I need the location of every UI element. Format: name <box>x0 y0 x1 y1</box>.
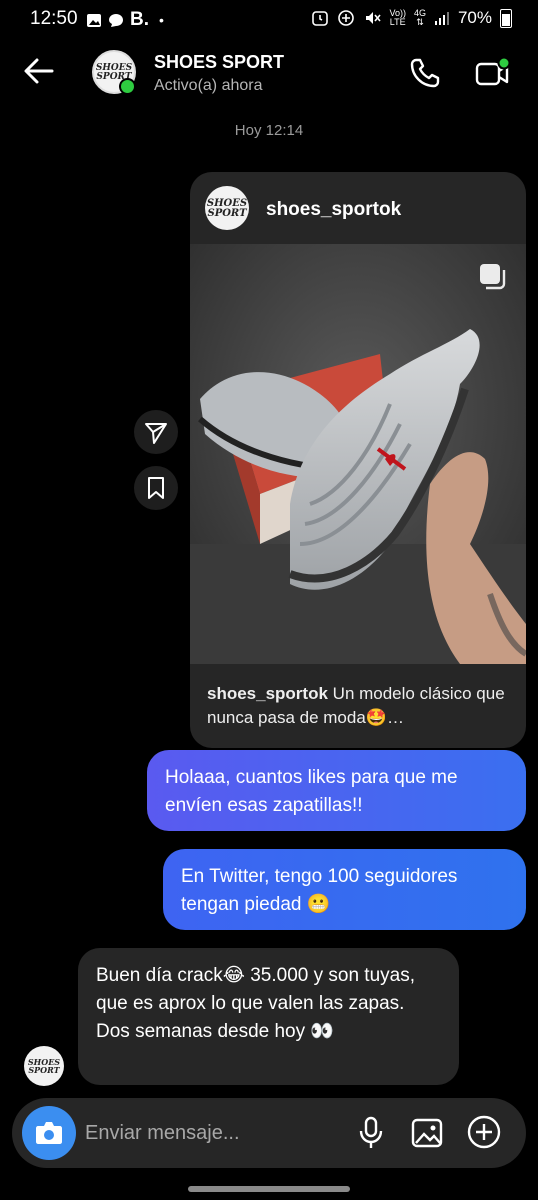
message-text: En Twitter, tengo 100 seguidores tengan … <box>181 866 458 915</box>
post-author-username[interactable]: shoes_sportok <box>266 199 401 221</box>
status-right-icons: Vo)) LTE 4G ⇅ 70% <box>311 8 512 28</box>
battery-percentage: 70% <box>457 8 492 27</box>
chat-header: SHOES SPORT SHOES SPORT Activo(a) ahora <box>0 44 538 104</box>
gallery-notification-icon <box>87 13 101 27</box>
message-bubble-incoming[interactable]: Buen día crack😂 35.000 y son tuyas, que … <box>78 948 459 1085</box>
contact-active-status: Activo(a) ahora <box>154 77 263 94</box>
status-time: 12:50 <box>30 8 78 29</box>
status-bar: 12:50 B. • Vo)) LTE 4G ⇅ 70% <box>0 0 538 38</box>
save-post-button[interactable] <box>134 466 178 510</box>
status-left-icons: B. • <box>86 9 164 31</box>
data-saver-icon <box>338 10 355 26</box>
conversation-timestamp: Hoy 12:14 <box>234 122 304 139</box>
network-4g-indicator: 4G ⇅ <box>413 8 426 27</box>
sneaker-photo <box>190 244 526 664</box>
phone-icon[interactable] <box>408 56 442 90</box>
notification-dot: • <box>159 12 164 28</box>
send-icon <box>145 423 167 444</box>
back-arrow-icon[interactable] <box>22 54 56 88</box>
alarm-icon <box>312 11 329 26</box>
signal-icon <box>434 12 449 25</box>
message-bubble-outgoing[interactable]: Holaaa, cuantos likes para que me envíen… <box>147 750 526 831</box>
shared-post-card[interactable]: SHOES SPORT shoes_sportok shoes_sportok … <box>190 172 526 748</box>
online-status-dot <box>119 78 136 95</box>
battery-icon <box>500 8 512 28</box>
message-text: Holaaa, cuantos likes para que me envíen… <box>165 767 458 816</box>
microphone-icon[interactable] <box>356 1116 386 1150</box>
post-avatar-logo: SHOES SPORT <box>206 198 248 219</box>
chat-notification-icon <box>109 13 123 27</box>
contact-name[interactable]: SHOES SPORT <box>154 52 284 73</box>
image-icon[interactable] <box>410 1116 444 1150</box>
message-composer: Enviar mensaje... <box>12 1098 526 1168</box>
mute-icon <box>366 12 382 24</box>
camera-icon <box>36 1122 62 1144</box>
share-post-button[interactable] <box>134 410 178 454</box>
message-input[interactable]: Enviar mensaje... <box>85 1122 240 1145</box>
sender-avatar[interactable]: SHOES SPORT <box>24 1046 64 1086</box>
message-text: Buen día crack😂 35.000 y son tuyas, que … <box>96 965 415 1042</box>
home-indicator <box>188 1186 350 1192</box>
camera-button[interactable] <box>22 1106 76 1160</box>
post-image[interactable] <box>190 244 526 664</box>
carousel-icon <box>480 264 506 290</box>
post-author-avatar[interactable]: SHOES SPORT <box>205 186 249 230</box>
video-camera-icon[interactable] <box>474 56 510 90</box>
volte-indicator: Vo)) LTE <box>389 8 406 27</box>
sender-avatar-logo: SHOES SPORT <box>27 1057 61 1075</box>
caption-username: shoes_sportok <box>207 684 328 703</box>
message-bubble-outgoing[interactable]: En Twitter, tengo 100 seguidores tengan … <box>163 849 526 930</box>
bookmark-icon <box>148 477 164 499</box>
carrier-icon: B. <box>130 9 149 30</box>
post-caption: shoes_sportok Un modelo clásico que nunc… <box>207 682 517 730</box>
plus-icon[interactable] <box>466 1114 502 1150</box>
